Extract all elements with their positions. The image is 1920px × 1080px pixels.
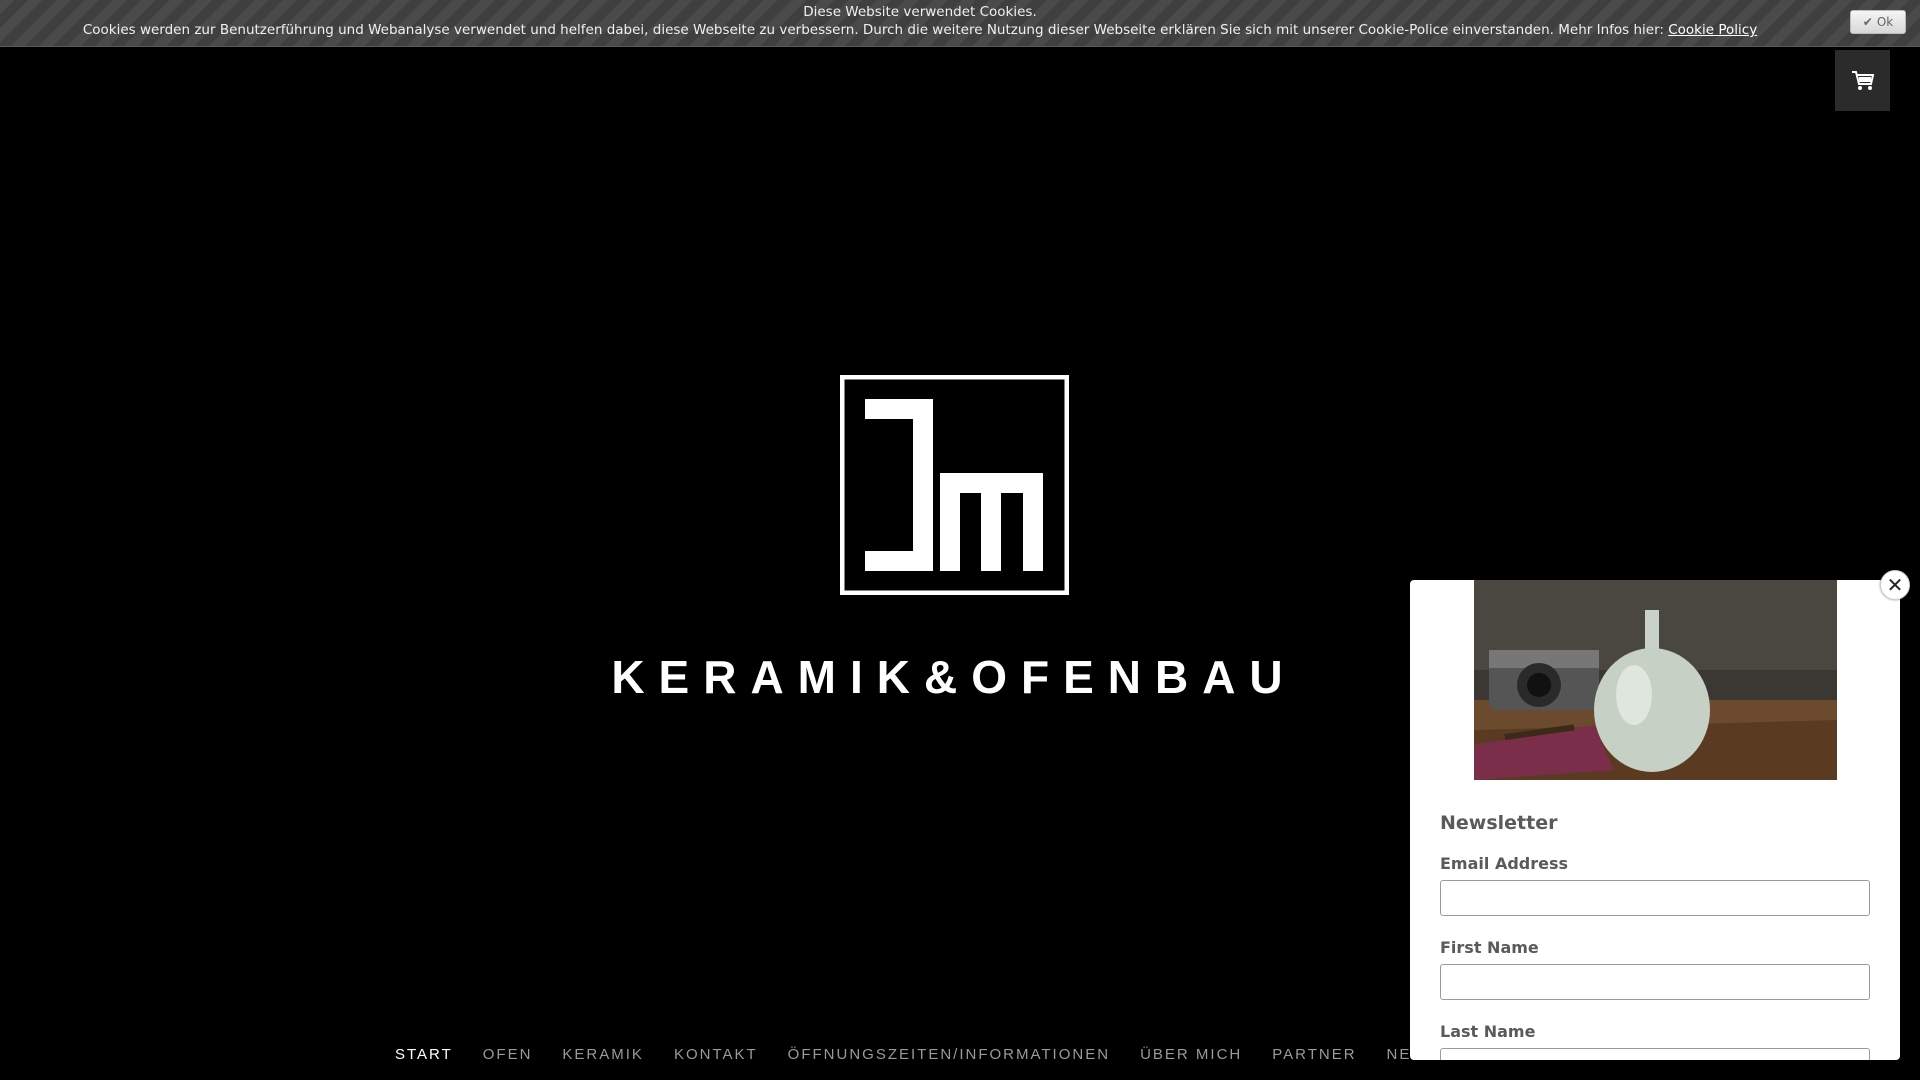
newsletter-image (1474, 580, 1837, 780)
nav-item-partner[interactable]: PARTNER (1272, 1046, 1356, 1063)
newsletter-title: Newsletter (1440, 812, 1558, 834)
nav-item-ofen[interactable]: OFEN (483, 1046, 533, 1063)
cookie-description: Cookies werden zur Benutzerführung und W… (82, 22, 1664, 38)
jm-logo (840, 375, 1069, 595)
email-field[interactable] (1440, 880, 1870, 916)
nav-item-ueber-mich[interactable]: ÜBER MICH (1140, 1046, 1242, 1063)
nav-item-kontakt[interactable]: KONTAKT (674, 1046, 758, 1063)
brand-name: KERAMIK&OFENBAU (611, 651, 1297, 703)
cookie-policy-link[interactable]: Cookie Policy (1668, 22, 1757, 38)
cookie-title: Diese Website verwendet Cookies. (803, 4, 1037, 20)
last-name-label: Last Name (1440, 1022, 1536, 1041)
cookie-ok-button[interactable]: ✔ Ok (1850, 10, 1906, 34)
cart-button[interactable] (1835, 50, 1890, 111)
nav-item-keramik[interactable]: KERAMIK (562, 1046, 644, 1063)
cart-icon (1851, 70, 1874, 90)
close-popup-button[interactable]: ✕ (1880, 570, 1910, 600)
first-name-label: First Name (1440, 938, 1539, 957)
cookie-text: Cookies werden zur Benutzerführung und W… (0, 22, 1840, 38)
nav-item-start[interactable]: START (395, 1046, 453, 1063)
first-name-field[interactable] (1440, 964, 1870, 1000)
check-icon: ✔ (1862, 15, 1873, 29)
cookie-banner: Diese Website verwendet Cookies. Cookies… (0, 0, 1920, 47)
newsletter-popup: Newsletter Email Address First Name Last… (1410, 580, 1900, 1060)
nav-item-oeffnungszeiten[interactable]: ÖFFNUNGSZEITEN/INFORMATIONEN (788, 1046, 1110, 1063)
email-label: Email Address (1440, 854, 1569, 873)
close-icon: ✕ (1886, 573, 1904, 597)
cookie-ok-label: Ok (1876, 15, 1894, 29)
last-name-field[interactable] (1440, 1048, 1870, 1060)
